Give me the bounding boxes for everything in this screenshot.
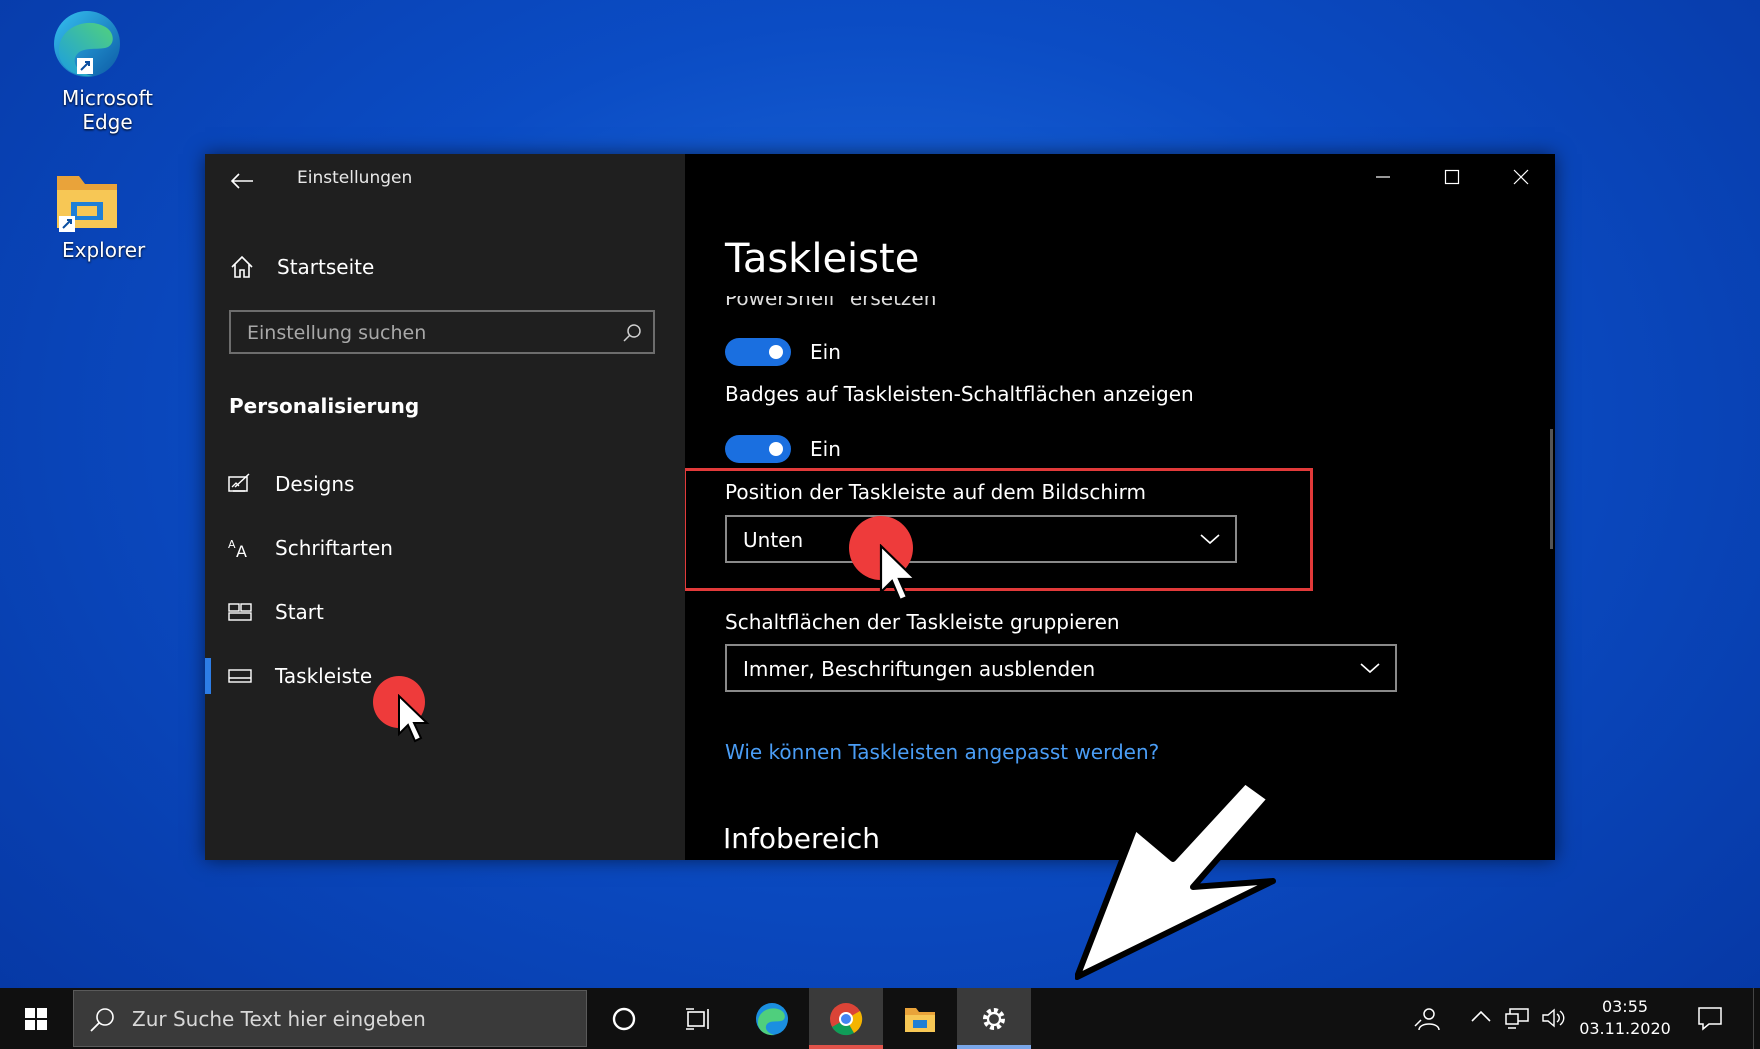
window-controls xyxy=(1348,154,1555,200)
toggle-state-label: Ein xyxy=(810,437,841,461)
search-placeholder: Einstellung suchen xyxy=(247,322,427,344)
people-icon[interactable] xyxy=(1413,1006,1441,1032)
taskbar-icon xyxy=(228,669,252,683)
annotation-arrow-icon xyxy=(1075,778,1276,980)
desktop-icon-explorer[interactable]: Explorer xyxy=(22,168,152,262)
mouse-cursor-icon xyxy=(398,694,430,743)
minimize-button[interactable] xyxy=(1348,154,1417,200)
explorer-taskbar-button[interactable] xyxy=(883,988,957,1049)
network-icon[interactable] xyxy=(1504,1006,1530,1030)
edge-icon xyxy=(54,11,120,77)
settings-taskbar-button[interactable] xyxy=(957,988,1031,1049)
group-value: Immer, Beschriftungen ausblenden xyxy=(743,657,1096,681)
start-icon xyxy=(228,603,252,621)
position-label: Position der Taskleiste auf dem Bildschi… xyxy=(725,480,1147,504)
task-view-button[interactable] xyxy=(661,988,735,1049)
minimize-icon xyxy=(1375,176,1390,178)
search-icon[interactable] xyxy=(621,322,643,344)
maximize-icon xyxy=(1444,169,1459,185)
chrome-icon xyxy=(830,1002,863,1035)
svg-text:A: A xyxy=(236,542,247,560)
sidebar-item-label: Schriftarten xyxy=(275,536,393,560)
desktop-icon-label: Explorer xyxy=(62,238,146,262)
home-label: Startseite xyxy=(277,255,375,279)
close-icon xyxy=(1513,169,1528,185)
taskbar: Zur Suche Text hier eingeben 03:55 03.11… xyxy=(0,988,1760,1049)
sidebar-item-designs[interactable]: Designs xyxy=(205,454,685,514)
desktop-icon-label: Microsoft Edge xyxy=(62,86,154,134)
active-indicator xyxy=(205,658,211,694)
active-app-indicator xyxy=(809,1045,883,1049)
folder-icon xyxy=(57,176,117,232)
clock[interactable]: 03:55 03.11.2020 xyxy=(1570,996,1680,1040)
sidebar-item-start[interactable]: Start xyxy=(205,582,685,642)
settings-search-input[interactable]: Einstellung suchen xyxy=(229,310,655,354)
toggle-knob xyxy=(769,345,783,359)
sidebar-item-schriftarten[interactable]: A A Schriftarten xyxy=(205,518,685,578)
chevron-down-icon xyxy=(1200,534,1220,545)
edge-icon xyxy=(756,1002,788,1035)
settings-window: Einstellungen Startseite Einstellung suc… xyxy=(205,154,1555,860)
action-center-icon[interactable] xyxy=(1696,1004,1724,1032)
active-app-indicator xyxy=(957,1045,1031,1049)
content-pane: Taskleiste PowerShell" ersetzen Ein Badg… xyxy=(685,154,1555,860)
settings-icon xyxy=(983,1007,1005,1030)
home-link[interactable]: Startseite xyxy=(229,247,374,287)
svg-text:A: A xyxy=(228,538,236,551)
edge-taskbar-button[interactable] xyxy=(735,988,809,1049)
page-title: Taskleiste xyxy=(725,236,920,282)
desktop-icon-edge[interactable]: Microsoft Edge xyxy=(22,6,153,134)
position-dropdown[interactable]: Unten xyxy=(725,515,1237,563)
position-value: Unten xyxy=(743,528,804,552)
start-button[interactable] xyxy=(0,988,72,1049)
fonts-icon: A A xyxy=(228,538,247,560)
windows-logo-icon xyxy=(25,1007,47,1030)
infobereich-title: Infobereich xyxy=(723,822,881,855)
cortana-button[interactable] xyxy=(587,988,661,1049)
group-dropdown[interactable]: Immer, Beschriftungen ausblenden xyxy=(725,644,1397,692)
chevron-up-icon[interactable] xyxy=(1470,1008,1492,1026)
sidebar-item-label: Designs xyxy=(275,472,355,496)
scrollbar[interactable] xyxy=(1550,429,1553,549)
chevron-down-icon xyxy=(1360,663,1380,674)
chrome-taskbar-button[interactable] xyxy=(809,988,883,1049)
section-title: Personalisierung xyxy=(229,394,420,418)
close-button[interactable] xyxy=(1486,154,1555,200)
sidebar: Einstellungen Startseite Einstellung suc… xyxy=(205,154,685,860)
badges-toggle[interactable] xyxy=(725,435,791,463)
explorer-icon xyxy=(905,1007,935,1032)
volume-icon[interactable] xyxy=(1540,1006,1568,1030)
sidebar-item-label: Start xyxy=(275,600,324,624)
clock-time: 03:55 xyxy=(1601,997,1649,1016)
taskbar-search-input[interactable]: Zur Suche Text hier eingeben xyxy=(73,990,587,1047)
toggle-knob xyxy=(769,442,783,456)
app-title: Einstellungen xyxy=(297,168,413,188)
badges-label: Badges auf Taskleisten-Schaltflächen anz… xyxy=(725,382,1194,406)
clock-date: 03.11.2020 xyxy=(1579,1019,1671,1038)
back-arrow-icon[interactable] xyxy=(227,166,257,196)
designs-icon xyxy=(228,473,250,492)
mouse-cursor-icon xyxy=(879,544,918,602)
taskbar-search-placeholder: Zur Suche Text hier eingeben xyxy=(132,1007,426,1031)
sidebar-item-taskleiste[interactable]: Taskleiste xyxy=(205,646,685,706)
search-icon xyxy=(90,1008,114,1032)
home-icon xyxy=(231,255,253,278)
cortana-icon xyxy=(612,1007,636,1030)
task-view-icon xyxy=(686,1007,709,1030)
group-label: Schaltflächen der Taskleiste gruppieren xyxy=(725,610,1120,634)
maximize-button[interactable] xyxy=(1417,154,1486,200)
show-desktop-button[interactable] xyxy=(1753,988,1760,1049)
cut-off-setting-label: PowerShell" ersetzen xyxy=(725,296,937,308)
powershell-toggle[interactable] xyxy=(725,338,791,366)
sidebar-item-label: Taskleiste xyxy=(275,664,373,688)
help-link[interactable]: Wie können Taskleisten angepasst werden? xyxy=(725,740,1159,764)
toggle-state-label: Ein xyxy=(810,340,841,364)
